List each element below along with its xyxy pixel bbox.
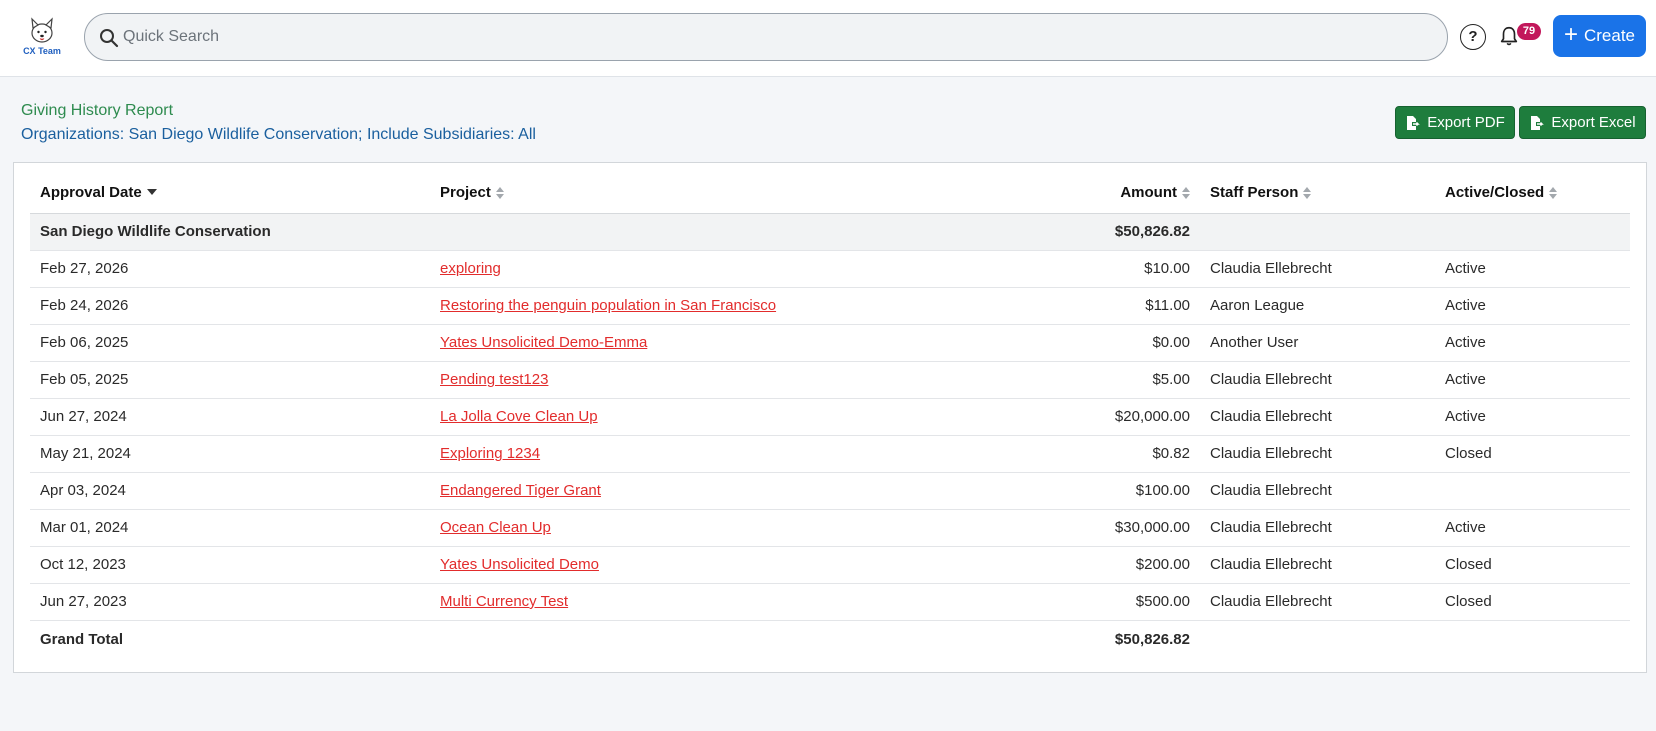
amount: $30,000.00	[830, 509, 1200, 547]
table-row: Feb 06, 2025 Yates Unsolicited Demo-Emma…	[30, 324, 1630, 362]
grand-total-row: Grand Total $50,826.82	[30, 619, 1630, 658]
amount: $500.00	[830, 583, 1200, 621]
status: Closed	[1435, 546, 1630, 584]
sort-icon	[1303, 187, 1312, 200]
staff-person: Claudia Ellebrecht	[1200, 435, 1435, 473]
staff-person: Claudia Ellebrecht	[1200, 398, 1435, 436]
help-icon[interactable]: ?	[1460, 24, 1486, 50]
staff-person: Claudia Ellebrecht	[1200, 509, 1435, 547]
file-export-icon	[1407, 115, 1421, 130]
table-row: Jun 27, 2023 Multi Currency Test $500.00…	[30, 583, 1630, 621]
approval-date: Feb 06, 2025	[30, 324, 430, 362]
project-link[interactable]: La Jolla Cove Clean Up	[440, 408, 598, 425]
status: Active	[1435, 361, 1630, 399]
search-icon	[100, 29, 119, 48]
table-row: Apr 03, 2024 Endangered Tiger Grant $100…	[30, 472, 1630, 510]
status: Closed	[1435, 435, 1630, 473]
table-row: Mar 01, 2024 Ocean Clean Up $30,000.00 C…	[30, 509, 1630, 547]
table-row: May 21, 2024 Exploring 1234 $0.82 Claudi…	[30, 435, 1630, 473]
export-excel-button[interactable]: Export Excel	[1519, 106, 1646, 139]
sort-icon	[495, 187, 504, 200]
grand-total-amount: $50,826.82	[830, 619, 1200, 658]
dog-logo-icon	[31, 17, 53, 43]
approval-date: Oct 12, 2023	[30, 546, 430, 584]
approval-date: Jun 27, 2023	[30, 583, 430, 621]
grand-total-label: Grand Total	[30, 619, 430, 658]
approval-date: Feb 27, 2026	[30, 250, 430, 288]
project-link[interactable]: Restoring the penguin population in San …	[440, 297, 776, 314]
table-row: Feb 05, 2025 Pending test123 $5.00 Claud…	[30, 361, 1630, 399]
status: Active	[1435, 250, 1630, 288]
sort-desc-icon	[146, 188, 157, 195]
create-button[interactable]: + Create	[1553, 15, 1646, 57]
project-link[interactable]: exploring	[440, 260, 501, 277]
report-title: Giving History Report	[21, 102, 174, 119]
project-link[interactable]: Endangered Tiger Grant	[440, 482, 601, 499]
staff-person: Claudia Ellebrecht	[1200, 250, 1435, 288]
table-row: Oct 12, 2023 Yates Unsolicited Demo $200…	[30, 546, 1630, 584]
logo-text: CX Team	[23, 46, 61, 56]
staff-person: Claudia Ellebrecht	[1200, 583, 1435, 621]
table-row: Jun 27, 2024 La Jolla Cove Clean Up $20,…	[30, 398, 1630, 436]
status: Active	[1435, 287, 1630, 325]
export-pdf-label: Export PDF	[1427, 114, 1505, 131]
column-header-amount[interactable]: Amount	[830, 173, 1200, 214]
top-bar: CX Team ? 79 + Create	[0, 0, 1656, 77]
amount: $10.00	[830, 250, 1200, 288]
project-link[interactable]: Yates Unsolicited Demo	[440, 556, 599, 573]
approval-date: Apr 03, 2024	[30, 472, 430, 510]
amount: $0.82	[830, 435, 1200, 473]
plus-icon: +	[1563, 21, 1578, 48]
amount: $5.00	[830, 361, 1200, 399]
search-input[interactable]	[123, 14, 1423, 60]
report-filters: Organizations: San Diego Wildlife Conser…	[21, 126, 536, 143]
sort-icon	[1182, 187, 1190, 200]
app-logo[interactable]: CX Team	[20, 16, 64, 58]
amount: $200.00	[830, 546, 1200, 584]
giving-history-table: Approval Date Project Amount Staff Perso…	[30, 173, 1630, 658]
file-export-icon	[1531, 115, 1545, 130]
project-link[interactable]: Ocean Clean Up	[440, 519, 551, 536]
notification-badge: 79	[1517, 23, 1541, 40]
group-amount: $50,826.82	[830, 213, 1200, 251]
approval-date: Mar 01, 2024	[30, 509, 430, 547]
sort-icon	[1549, 187, 1558, 200]
quick-search[interactable]	[84, 13, 1448, 61]
staff-person: Another User	[1200, 324, 1435, 362]
staff-person: Claudia Ellebrecht	[1200, 546, 1435, 584]
table-row: Feb 24, 2026 Restoring the penguin popul…	[30, 287, 1630, 325]
amount: $0.00	[830, 324, 1200, 362]
project-link[interactable]: Exploring 1234	[440, 445, 540, 462]
staff-person: Claudia Ellebrecht	[1200, 472, 1435, 510]
column-header-project[interactable]: Project	[430, 173, 830, 214]
column-header-approval-date[interactable]: Approval Date	[30, 173, 430, 214]
staff-person: Claudia Ellebrecht	[1200, 361, 1435, 399]
amount: $100.00	[830, 472, 1200, 510]
approval-date: May 21, 2024	[30, 435, 430, 473]
project-link[interactable]: Yates Unsolicited Demo-Emma	[440, 334, 647, 351]
amount: $11.00	[830, 287, 1200, 325]
column-header-staff-person[interactable]: Staff Person	[1200, 173, 1435, 214]
export-excel-label: Export Excel	[1551, 114, 1636, 131]
project-link[interactable]: Multi Currency Test	[440, 593, 568, 610]
approval-date: Jun 27, 2024	[30, 398, 430, 436]
status	[1435, 472, 1630, 510]
amount: $20,000.00	[830, 398, 1200, 436]
staff-person: Aaron League	[1200, 287, 1435, 325]
project-link[interactable]: Pending test123	[440, 371, 548, 388]
approval-date: Feb 05, 2025	[30, 361, 430, 399]
status: Active	[1435, 398, 1630, 436]
table-header-row: Approval Date Project Amount Staff Perso…	[30, 173, 1630, 214]
status: Active	[1435, 324, 1630, 362]
group-row: San Diego Wildlife Conservation $50,826.…	[30, 213, 1630, 251]
report-card: Approval Date Project Amount Staff Perso…	[13, 162, 1647, 673]
group-name: San Diego Wildlife Conservation	[30, 213, 430, 251]
approval-date: Feb 24, 2026	[30, 287, 430, 325]
column-header-active-closed[interactable]: Active/Closed	[1435, 173, 1630, 214]
status: Active	[1435, 509, 1630, 547]
status: Closed	[1435, 583, 1630, 621]
create-button-label: Create	[1583, 26, 1636, 45]
export-pdf-button[interactable]: Export PDF	[1395, 106, 1515, 139]
table-row: Feb 27, 2026 exploring $10.00 Claudia El…	[30, 250, 1630, 288]
